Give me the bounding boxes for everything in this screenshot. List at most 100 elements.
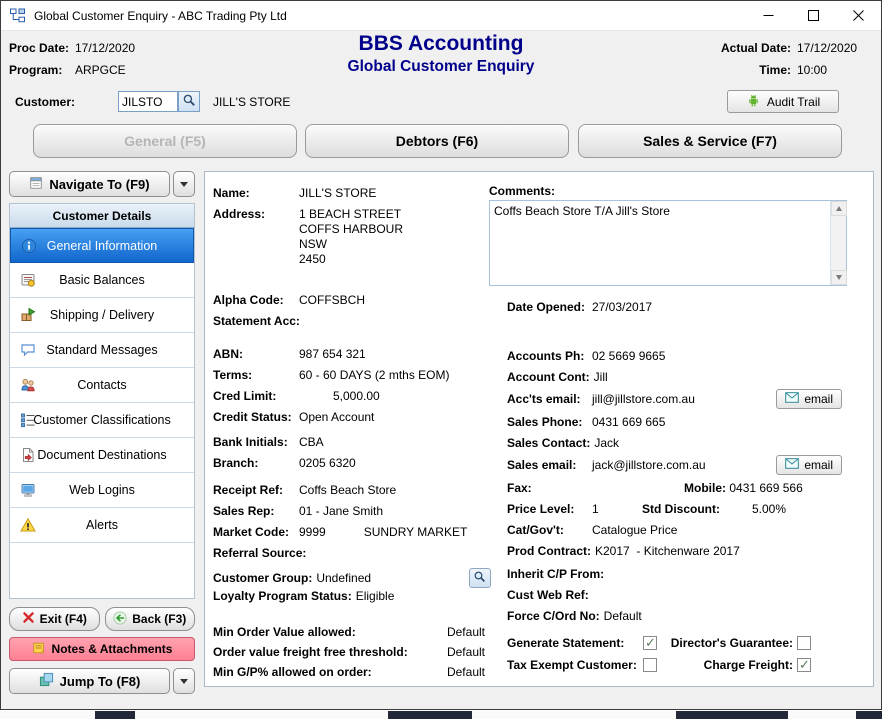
order-limits-block: Min Order Value allowed: Default Order v… (213, 625, 485, 685)
field-loyalty-status: Loyalty Program Status: Eligible (213, 589, 491, 610)
generate-statement-checkbox[interactable] (643, 636, 657, 650)
scroll-up-button[interactable] (831, 201, 847, 216)
taskbar-app-sliver[interactable] (856, 711, 882, 719)
field-credit-status: Credit Status: Open Account (213, 410, 491, 431)
shipping-icon (20, 307, 36, 323)
back-arrow-icon (113, 611, 127, 628)
taskbar-app-sliver[interactable] (95, 711, 135, 719)
taskbar-app-sliver[interactable] (388, 711, 472, 719)
arrow-down-icon (836, 275, 842, 280)
notes-icon (32, 641, 46, 658)
alert-icon (20, 517, 36, 533)
field-market-code: Market Code: 9999 SUNDRY MARKET (213, 525, 491, 546)
details-right-column: Comments: Coffs Beach Store T/A Jill's S… (507, 184, 867, 676)
field-statement-acc: Statement Acc: (213, 314, 491, 335)
proc-date-row: Proc Date: 17/12/2020 (9, 37, 135, 59)
program-value: ARPGCE (75, 63, 126, 77)
sidebar-item-customer-classifications[interactable]: Customer Classifications (10, 403, 194, 438)
app-icon (9, 7, 26, 24)
mobile-label: Mobile: (684, 481, 726, 495)
field-min-order: Min Order Value allowed: Default (213, 625, 485, 645)
time-label: Time: (721, 59, 791, 81)
field-terms: Terms: 60 - 60 DAYS (2 mths EOM) (213, 368, 491, 389)
accounts-email-button[interactable]: email (776, 389, 842, 409)
chevron-down-icon (180, 182, 188, 187)
address-line: 2450 (299, 252, 403, 267)
sidebar-item-label: Document Destinations (37, 448, 166, 462)
sales-email-button[interactable]: email (776, 455, 842, 475)
app-title: BBS Accounting (181, 31, 701, 57)
jump-to-button[interactable]: Jump To (F8) (9, 668, 170, 694)
tab-sales-service[interactable]: Sales & Service (F7) (578, 124, 842, 158)
customer-group-lookup-button[interactable] (469, 568, 491, 588)
price-level-value: 1 (592, 502, 642, 516)
sidebar-item-label: Customer Classifications (33, 413, 171, 427)
market-code-desc: SUNDRY MARKET (364, 525, 468, 539)
sidebar-item-shipping-delivery[interactable]: Shipping / Delivery (10, 298, 194, 333)
field-abn: ABN: 987 654 321 (213, 347, 491, 368)
close-button[interactable] (836, 1, 881, 30)
notes-attachments-label: Notes & Attachments (52, 642, 173, 656)
charge-freight-checkbox[interactable] (797, 658, 811, 672)
back-label: Back (F3) (132, 612, 186, 626)
sidebar-panel: Customer Details General Information Bas… (9, 203, 195, 599)
taskbar-app-sliver[interactable] (676, 711, 788, 719)
customer-name: JILL'S STORE (213, 95, 290, 109)
comments-scrollbar[interactable] (830, 201, 846, 285)
field-account-cont: Account Cont: Jill (507, 366, 867, 387)
customer-code-input[interactable] (118, 91, 178, 112)
tab-debtors[interactable]: Debtors (F6) (305, 124, 569, 158)
actual-date-value: 17/12/2020 (797, 37, 871, 59)
sidebar-item-standard-messages[interactable]: Standard Messages (10, 333, 194, 368)
directors-guarantee-checkbox[interactable] (797, 636, 811, 650)
screen-title: Global Customer Enquiry (181, 57, 701, 77)
notes-attachments-button[interactable]: Notes & Attachments (9, 637, 195, 661)
jump-icon (39, 672, 54, 690)
jump-to-dropdown[interactable] (173, 668, 195, 694)
sidebar-item-alerts[interactable]: Alerts (10, 508, 194, 543)
header-left: Proc Date: 17/12/2020 Program: ARPGCE (9, 37, 135, 81)
tab-general[interactable]: General (F5) (33, 124, 297, 158)
comments-box[interactable]: Coffs Beach Store T/A Jill's Store (489, 200, 847, 286)
sidebar-item-document-destinations[interactable]: Document Destinations (10, 438, 194, 473)
info-icon (21, 238, 37, 254)
app-window: Global Customer Enquiry - ABC Trading Pt… (0, 0, 882, 710)
sidebar-item-web-logins[interactable]: Web Logins (10, 473, 194, 508)
field-branch: Branch: 0205 6320 (213, 456, 491, 477)
maximize-button[interactable] (791, 1, 836, 30)
web-logins-icon (20, 482, 36, 498)
balances-icon (20, 272, 36, 288)
tax-exempt-checkbox[interactable] (643, 658, 657, 672)
std-discount-label: Std Discount: (642, 502, 720, 516)
sidebar-item-basic-balances[interactable]: Basic Balances (10, 263, 194, 298)
customer-label: Customer: (15, 95, 75, 109)
email-icon (785, 458, 799, 472)
customer-lookup-button[interactable] (178, 91, 200, 112)
classifications-icon (20, 412, 36, 428)
minimize-button[interactable] (746, 1, 791, 30)
contacts-icon (20, 377, 36, 393)
field-alpha-code: Alpha Code: COFFSBCH (213, 293, 491, 314)
exit-button[interactable]: Exit (F4) (9, 607, 100, 631)
directors-guarantee-label: Director's Guarantee: (667, 636, 797, 650)
header-center: BBS Accounting Global Customer Enquiry (181, 31, 701, 77)
navigate-to-button[interactable]: Navigate To (F9) (9, 171, 170, 197)
audit-trail-button[interactable]: Audit Trail (727, 90, 839, 113)
sidebar-item-general-information[interactable]: General Information (10, 228, 194, 263)
tax-exempt-label: Tax Exempt Customer: (507, 658, 643, 672)
audit-trail-label: Audit Trail (767, 95, 820, 109)
sidebar-item-contacts[interactable]: Contacts (10, 368, 194, 403)
sidebar-item-label: General Information (47, 239, 157, 253)
navigate-to-dropdown[interactable] (173, 171, 195, 197)
comments-text[interactable]: Coffs Beach Store T/A Jill's Store (494, 204, 826, 282)
document-destinations-icon (20, 447, 36, 463)
email-button-label: email (804, 392, 833, 406)
scroll-down-button[interactable] (831, 270, 847, 285)
actual-date-label: Actual Date: (721, 37, 791, 59)
arrow-up-icon (836, 206, 842, 211)
field-inherit-cp: Inherit C/P From: (507, 563, 867, 584)
sidebar-item-label: Alerts (86, 518, 118, 532)
header-right: Actual Date: 17/12/2020 Time: 10:00 (721, 37, 871, 81)
back-button[interactable]: Back (F3) (105, 607, 196, 631)
proc-date-value: 17/12/2020 (75, 41, 135, 55)
